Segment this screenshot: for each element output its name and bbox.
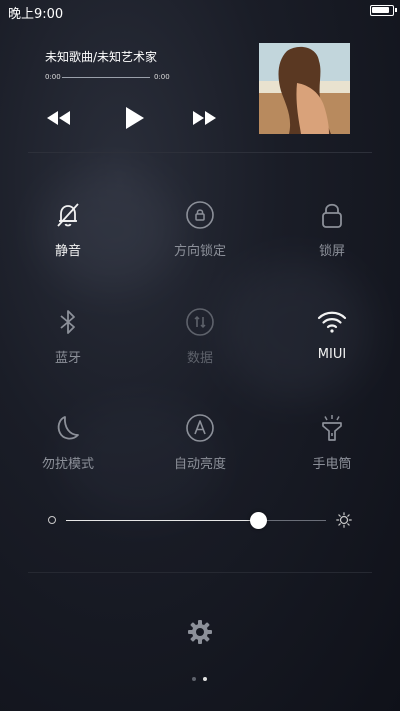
toggle-do-not-disturb[interactable]: 勿扰模式: [8, 413, 128, 503]
toggle-lock-screen-label: 锁屏: [318, 244, 345, 259]
bell-off-icon: [57, 203, 79, 227]
auto-brightness-icon: [186, 414, 214, 442]
toggle-rotation-lock[interactable]: 方向锁定: [140, 200, 260, 290]
play-button[interactable]: [125, 106, 145, 134]
status-time: 晚上9:00: [8, 7, 64, 22]
elapsed-time: 0:00: [45, 73, 61, 81]
toggle-lock-screen[interactable]: 锁屏: [272, 200, 392, 290]
brightness-high-icon: [336, 512, 352, 528]
brightness-low-icon: [48, 516, 56, 524]
toggle-auto-brightness[interactable]: 自动亮度: [140, 413, 260, 503]
toggle-wifi-label: MIUI: [317, 347, 347, 362]
brightness-thumb[interactable]: [249, 512, 267, 529]
music-widget: 未知歌曲/未知艺术家 0:00 0:00: [0, 36, 400, 154]
total-time: 0:00: [154, 73, 170, 81]
flashlight-icon: [322, 415, 342, 441]
toggle-bluetooth-label: 蓝牙: [54, 351, 81, 366]
toggle-flashlight-label: 手电筒: [312, 457, 352, 472]
toggle-auto-brightness-label: 自动亮度: [173, 457, 226, 472]
song-title: 未知歌曲/未知艺术家: [45, 50, 158, 64]
toggle-mobile-data[interactable]: 数据: [140, 307, 260, 397]
previous-icon: [47, 111, 70, 125]
toggle-rotation-lock-label: 方向锁定: [173, 244, 226, 259]
next-button[interactable]: [192, 110, 218, 130]
page-indicator-dot-active: [203, 677, 207, 681]
toggle-do-not-disturb-label: 勿扰模式: [41, 457, 94, 472]
mobile-data-icon: [186, 308, 214, 336]
lock-icon: [322, 203, 342, 228]
wifi-icon: [317, 311, 347, 333]
divider: [28, 152, 372, 153]
toggle-mute-label: 静音: [54, 244, 81, 259]
battery-icon: [370, 5, 397, 16]
album-art-image: [259, 43, 350, 134]
status-bar: 晚上9:00: [0, 0, 400, 22]
previous-button[interactable]: [46, 110, 72, 130]
play-icon: [126, 107, 144, 129]
progress-bar[interactable]: [62, 77, 150, 78]
gear-icon: [188, 620, 212, 644]
toggle-mute[interactable]: 静音: [8, 200, 128, 290]
toggle-wifi[interactable]: MIUI: [272, 307, 392, 397]
brightness-slider[interactable]: [66, 512, 326, 529]
toggle-mobile-data-label: 数据: [186, 351, 213, 366]
brightness-fill: [66, 520, 259, 521]
rotation-lock-icon: [186, 201, 214, 229]
toggle-flashlight[interactable]: 手电筒: [272, 413, 392, 503]
next-icon: [193, 111, 216, 125]
bluetooth-icon: [60, 310, 75, 334]
toggle-bluetooth[interactable]: 蓝牙: [8, 307, 128, 397]
settings-button[interactable]: [187, 619, 213, 645]
moon-icon: [57, 416, 79, 440]
divider: [28, 572, 372, 573]
album-art[interactable]: [259, 43, 350, 134]
battery-level: [372, 7, 389, 13]
page-indicator-dot: [192, 677, 196, 681]
